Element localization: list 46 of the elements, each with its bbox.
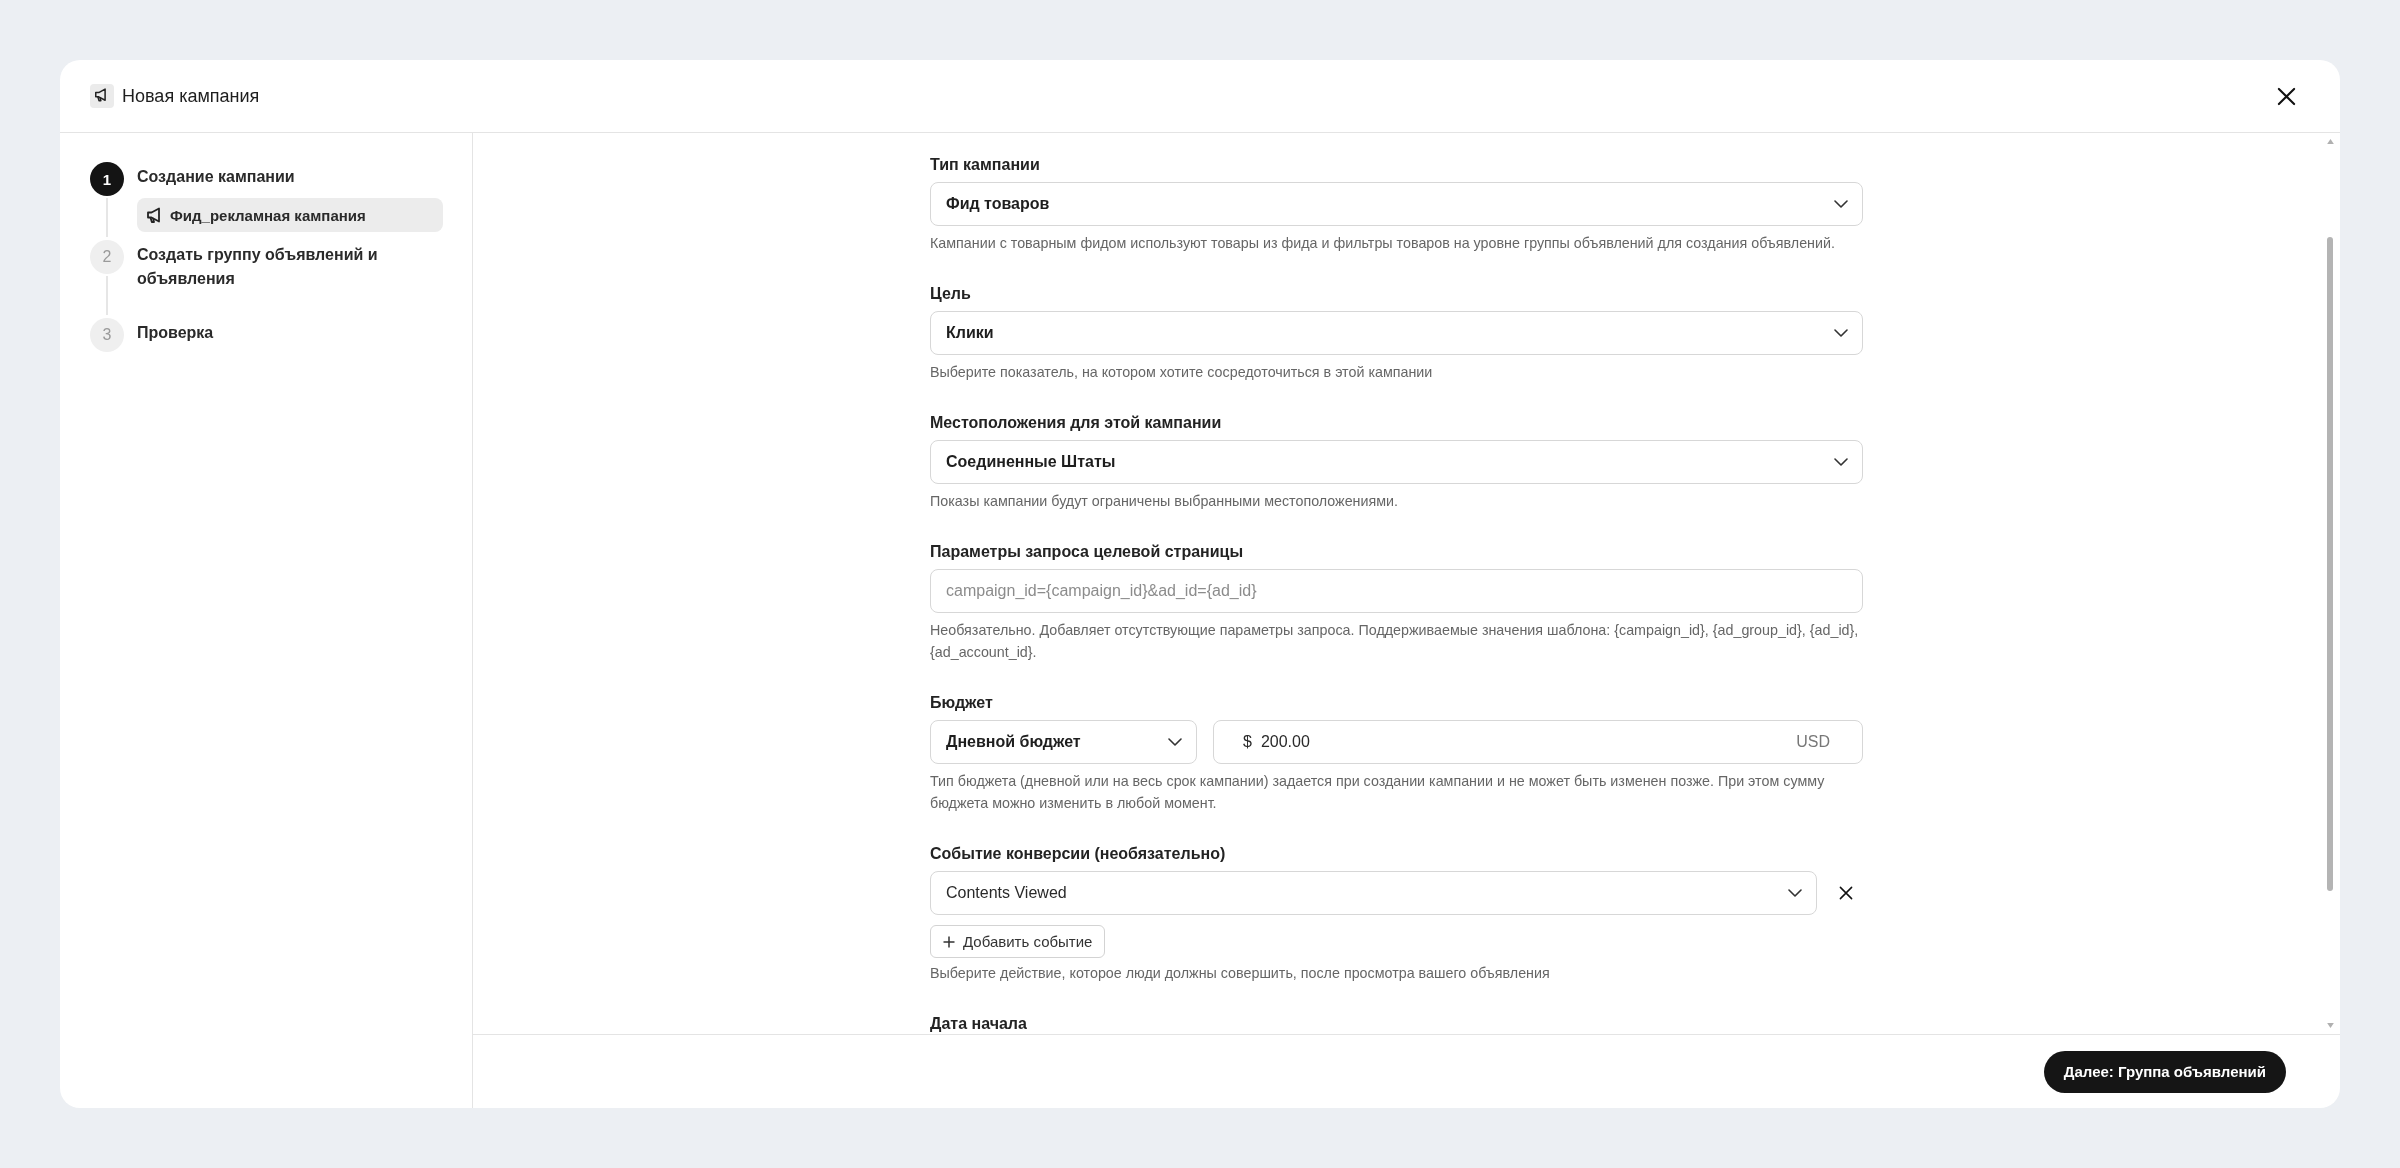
- budget-amount-field[interactable]: $ 200.00 USD: [1213, 720, 1863, 764]
- event-select[interactable]: Contents Viewed: [930, 871, 1817, 915]
- step-number: 1: [90, 162, 124, 196]
- budget-type-select[interactable]: Дневной бюджет: [930, 720, 1197, 764]
- close-icon[interactable]: [2277, 86, 2296, 106]
- currency-code: USD: [1796, 733, 1830, 751]
- next-button[interactable]: Далее: Группа объявлений: [2043, 1050, 2286, 1093]
- step-number: 2: [90, 240, 124, 274]
- megaphone-icon: [147, 207, 161, 223]
- help-text: Выберите показатель, на котором хотите сосредоточиться в этой кампании: [930, 363, 1434, 382]
- step-label: Проверка: [137, 323, 214, 343]
- field-label: Местоположения для этой кампании: [930, 413, 1223, 433]
- dropdown-select[interactable]: Фид товаров: [930, 182, 1863, 226]
- help-text: Выберите действие, которое люди должны совершить, после просмотра вашего объявления: [930, 964, 1551, 983]
- window-title: Новая кампания: [122, 85, 260, 107]
- field-label: Событие конверсии (необязательно): [930, 844, 1227, 864]
- help-text: Показы кампании будут ограничены выбранными местоположениями.: [930, 492, 1399, 511]
- chevron-down-icon: [1168, 738, 1182, 746]
- campaign-list-item[interactable]: Фид_рекламная кампания: [137, 198, 443, 232]
- chevron-down-icon: [1788, 889, 1802, 897]
- step-label: Создание кампании: [137, 167, 295, 187]
- chevron-down-icon: [1834, 458, 1848, 466]
- close-icon[interactable]: [1839, 886, 1853, 900]
- field-label: Тип кампании: [930, 155, 1041, 175]
- scroll-down-arrow-icon[interactable]: [2326, 1023, 2334, 1028]
- field-label: Дата начала: [930, 1014, 1028, 1034]
- help-text: Кампании с товарным фидом используют товары из фида и фильтры товаров на уровне группы объявлений для создания объявлений.: [930, 234, 1836, 253]
- help-text: Необязательно. Добавляет отсутствующие параметры запроса. Поддерживаемые значения шаблона: {campaign_id}, {ad_group_id}, {ad_id}, {ad_account_id}.: [930, 621, 1860, 662]
- text-input-field[interactable]: campaign_id={campaign_id}&ad_id={ad_id}: [930, 569, 1863, 613]
- dropdown-select[interactable]: Клики: [930, 311, 1863, 355]
- field-label: Бюджет: [930, 693, 994, 713]
- dropdown-select[interactable]: Соединенные Штаты: [930, 440, 1863, 484]
- chevron-down-icon: [1834, 200, 1848, 208]
- scrollbar-thumb[interactable]: [2327, 237, 2333, 891]
- field-label: Параметры запроса целевой страницы: [930, 542, 1245, 562]
- chevron-down-icon: [1834, 329, 1848, 337]
- field-label: Цель: [930, 284, 972, 304]
- megaphone-icon: [90, 84, 114, 108]
- amount-value: 200.00: [1260, 733, 1311, 751]
- currency-symbol: $: [1243, 733, 1252, 751]
- plus-icon: [943, 935, 955, 948]
- step-label: Создать группу объявлений и объявления: [137, 245, 379, 289]
- help-text: Тип бюджета (дневной или на весь срок кампании) задается при создании кампании и не может быть изменен позже. При этом сумму бюджета можно изменить в любой момент.: [930, 772, 1826, 813]
- add-event-button[interactable]: Добавить событие: [930, 925, 1106, 958]
- step-number: 3: [90, 318, 124, 352]
- scroll-up-arrow-icon[interactable]: [2326, 139, 2334, 144]
